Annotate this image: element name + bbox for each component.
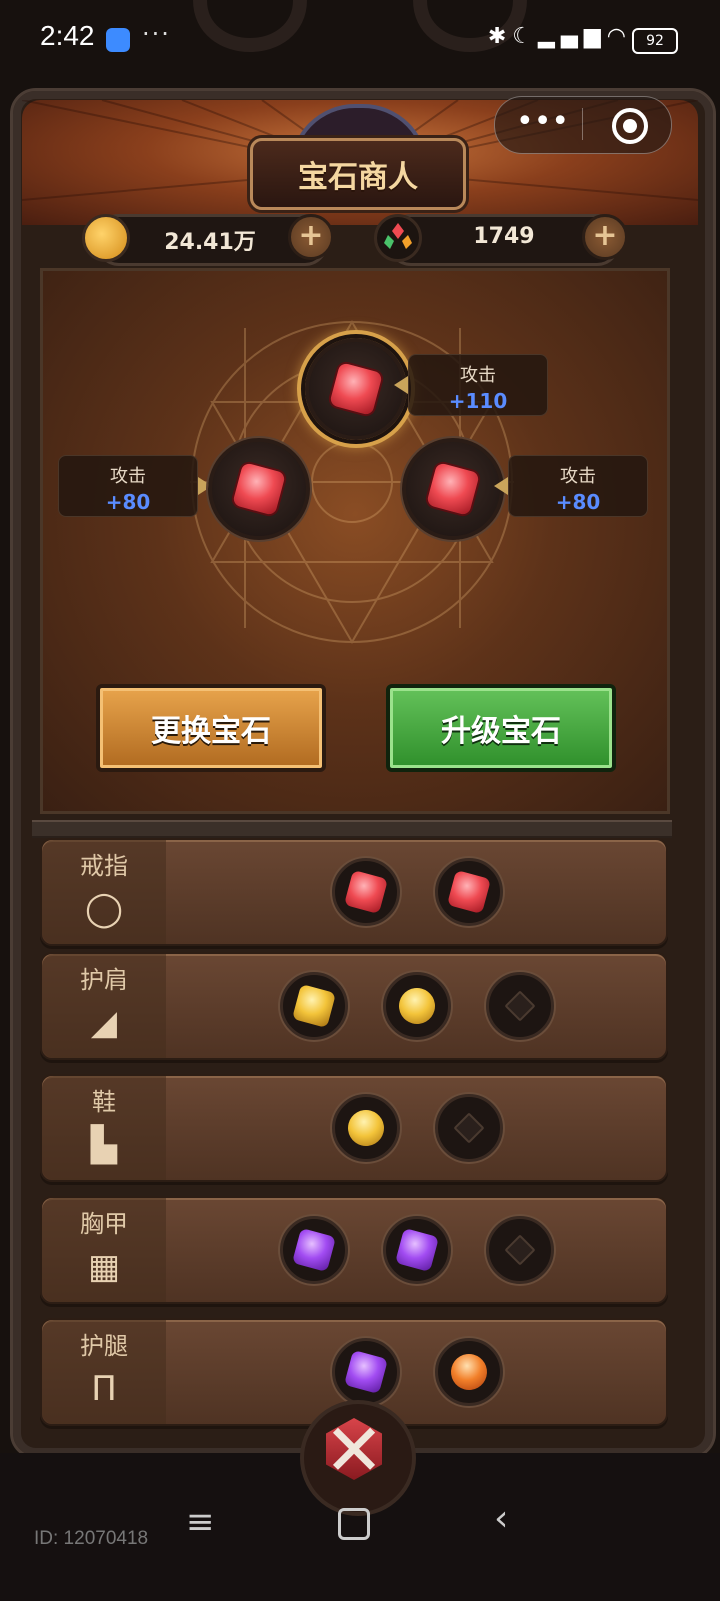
signal-icon: ▂▄▆ bbox=[538, 24, 607, 49]
capsule-divider bbox=[582, 108, 583, 140]
gem-slot[interactable] bbox=[435, 1338, 503, 1406]
equipment-name: 胸甲 bbox=[80, 1210, 128, 1238]
gem-socket-left[interactable] bbox=[208, 438, 310, 540]
red-gem-icon bbox=[329, 362, 383, 416]
boot-icon: ▙ bbox=[90, 1125, 118, 1165]
add-gold-button[interactable]: + bbox=[288, 214, 334, 260]
gem-cluster-icon bbox=[374, 214, 422, 262]
empty-slot-icon bbox=[453, 1112, 485, 1144]
section-divider bbox=[32, 820, 672, 838]
ring-icon: ◯ bbox=[84, 889, 124, 929]
equipment-row-boots[interactable]: 鞋 ▙ bbox=[40, 1074, 668, 1182]
equipment-name: 鞋 bbox=[92, 1088, 116, 1116]
stat-tooltip-top: 攻击 +110 bbox=[408, 354, 548, 416]
purple-gem-icon bbox=[291, 1227, 337, 1273]
equipment-row-chest[interactable]: 胸甲 ▦ bbox=[40, 1196, 668, 1304]
chestplate-icon: ▦ bbox=[87, 1247, 121, 1287]
stat-tooltip-right: 攻击 +80 bbox=[508, 455, 648, 517]
stat-value: +80 bbox=[555, 490, 601, 514]
stat-tooltip-left: 攻击 +80 bbox=[58, 455, 198, 517]
back-nav-icon[interactable]: ‹ bbox=[494, 1498, 508, 1539]
purple-gem-icon bbox=[394, 1227, 440, 1273]
replace-gem-button[interactable]: 更换宝石 bbox=[96, 684, 326, 772]
gold-gem-icon bbox=[343, 1105, 389, 1151]
page-title: 宝石商人 bbox=[250, 138, 466, 210]
gold-amount: 24.41万 bbox=[164, 230, 256, 255]
red-gem-icon bbox=[446, 869, 492, 915]
red-gem-icon bbox=[426, 462, 480, 516]
coin-icon bbox=[82, 214, 130, 262]
gem-socket-right[interactable] bbox=[402, 438, 504, 540]
orange-gem-icon bbox=[446, 1349, 492, 1395]
gem-slot[interactable] bbox=[383, 972, 451, 1040]
pointer-arrow-icon bbox=[394, 376, 408, 394]
app-notification-icon bbox=[106, 28, 130, 52]
gem-slot-empty[interactable] bbox=[486, 1216, 554, 1284]
equipment-name: 护肩 bbox=[80, 966, 128, 994]
gem-amount: 1749 bbox=[473, 224, 535, 249]
moon-icon: ☾ bbox=[512, 24, 539, 49]
status-time: 2:42 bbox=[40, 20, 95, 51]
gem-slot[interactable] bbox=[435, 858, 503, 926]
gem-cluster-graphic bbox=[384, 223, 412, 249]
gem-slot-empty[interactable] bbox=[486, 972, 554, 1040]
gold-gem-icon bbox=[394, 983, 440, 1029]
gem-slot-empty[interactable] bbox=[435, 1094, 503, 1162]
equipment-row-shoulder[interactable]: 护肩 ◢ bbox=[40, 952, 668, 1060]
empty-slot-icon bbox=[504, 990, 536, 1022]
gem-slot[interactable] bbox=[280, 1216, 348, 1284]
upgrade-gem-button[interactable]: 升级宝石 bbox=[386, 684, 616, 772]
red-gem-icon bbox=[343, 869, 389, 915]
add-gems-button[interactable]: + bbox=[582, 214, 628, 260]
status-bar: 2:42 ··· ✱☾▂▄▆◠ 92 bbox=[0, 0, 720, 80]
gem-slot[interactable] bbox=[332, 1094, 400, 1162]
empty-slot-icon bbox=[504, 1234, 536, 1266]
player-id: ID: 12070418 bbox=[34, 1528, 149, 1549]
gem-slot[interactable] bbox=[280, 972, 348, 1040]
gem-slot[interactable] bbox=[332, 1338, 400, 1406]
purple-gem-icon bbox=[343, 1349, 389, 1395]
status-more-indicator: ··· bbox=[142, 20, 171, 48]
more-menu-button[interactable]: ••• bbox=[516, 104, 569, 144]
red-gem-icon bbox=[232, 462, 286, 516]
gem-slot[interactable] bbox=[383, 1216, 451, 1284]
stat-label: 攻击 bbox=[460, 365, 496, 386]
gem-socket-top[interactable] bbox=[305, 338, 407, 440]
stat-label: 攻击 bbox=[110, 466, 146, 487]
leggings-icon: Π bbox=[91, 1369, 117, 1409]
equipment-name: 戒指 bbox=[80, 852, 128, 880]
stat-value: +80 bbox=[105, 490, 151, 514]
stat-value: +110 bbox=[448, 389, 508, 413]
gem-slot[interactable] bbox=[332, 858, 400, 926]
equipment-row-ring[interactable]: 戒指 ◯ bbox=[40, 838, 668, 946]
battery-indicator: 92 bbox=[632, 28, 678, 54]
equipment-name: 护腿 bbox=[80, 1332, 128, 1360]
gold-gem-icon bbox=[291, 983, 337, 1029]
wifi-icon: ◠ bbox=[606, 24, 632, 49]
crossed-swords-icon: ✕ bbox=[323, 1408, 385, 1492]
menu-nav-icon[interactable]: ≡ bbox=[186, 1502, 215, 1542]
shoulder-icon: ◢ bbox=[90, 1003, 118, 1043]
close-mini-program-button[interactable] bbox=[612, 108, 648, 144]
status-icons: ✱☾▂▄▆◠ bbox=[488, 24, 632, 49]
bluetooth-icon: ✱ bbox=[487, 24, 513, 49]
stat-label: 攻击 bbox=[560, 466, 596, 487]
home-nav-icon[interactable] bbox=[338, 1508, 370, 1540]
pointer-arrow-icon bbox=[494, 477, 508, 495]
